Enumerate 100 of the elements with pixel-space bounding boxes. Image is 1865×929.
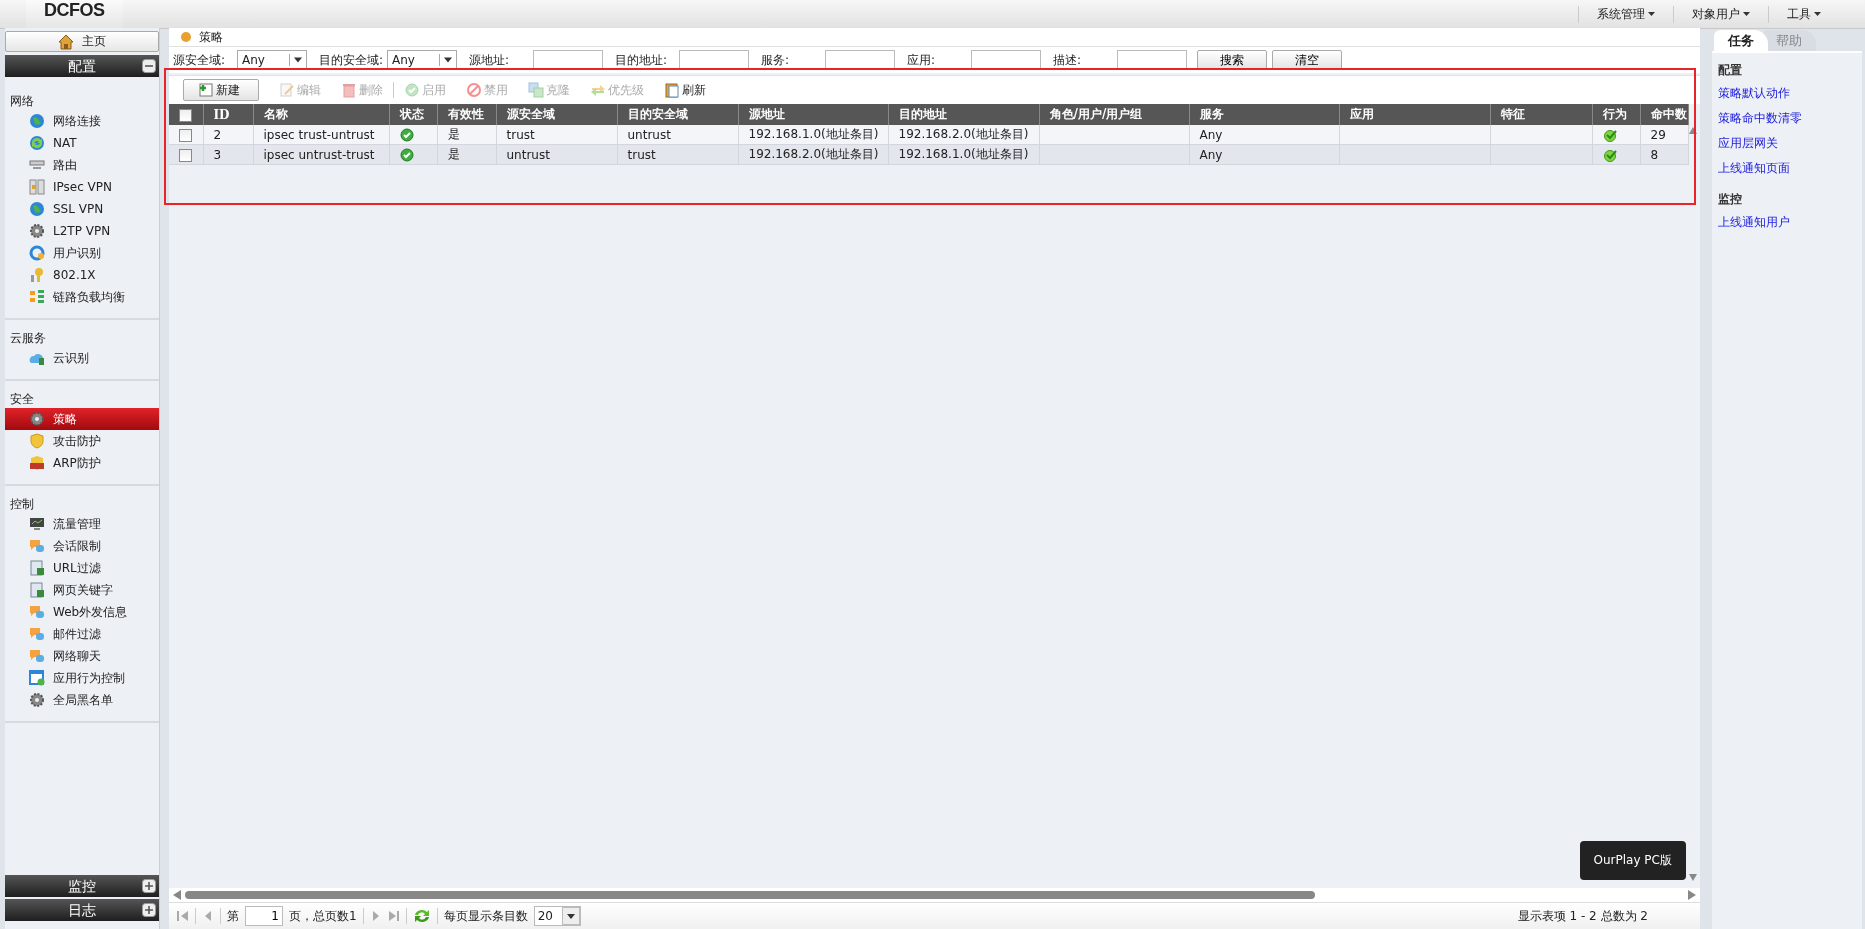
field-label: 源地址: [469,51,511,69]
chat-icon [29,604,45,620]
table-cell: 192.168.1.0(地址条目) [748,127,879,141]
table-cell: 192.168.1.0(地址条目) [898,147,1029,161]
nav-item[interactable]: 会话限制 [5,535,159,557]
nav-item[interactable]: URL过滤 [5,557,159,579]
nav-item[interactable]: 用户识别 [5,242,159,264]
task-link[interactable]: 上线通知页面 [1718,160,1856,177]
nav-item[interactable]: SSL VPN [5,198,159,220]
globe-icon [29,113,45,129]
tab[interactable]: 任务 [1714,30,1768,51]
menu-item[interactable]: 对象用户 [1673,5,1768,23]
globe-icon [29,135,45,151]
nav-item[interactable]: 云识别 [5,347,159,369]
toolbar-button[interactable]: 刷新 [664,80,706,100]
nav-item[interactable]: ARP防护 [5,452,159,474]
edit-icon [279,82,295,98]
arrows-icon [590,82,606,98]
menu-item[interactable]: 系统管理 [1578,5,1673,23]
nav-item[interactable]: 网络连接 [5,110,159,132]
scroll-left-icon[interactable] [173,890,181,900]
pager-summary: 显示表项 1 - 2 总数为 2 [1517,907,1648,925]
caret-icon [561,907,580,925]
globe-icon [29,201,45,217]
expand-icon[interactable] [142,879,156,893]
horizontal-scrollbar[interactable] [169,888,1700,902]
dropdown[interactable]: Any [387,50,458,70]
first-page-icon[interactable] [177,910,189,922]
nav-item[interactable]: IPsec VPN [5,176,159,198]
group-title: 控制 [9,496,35,513]
page-field[interactable]: 1 [245,906,283,926]
input-field[interactable] [971,50,1042,70]
dropdown[interactable]: Any [237,50,307,70]
section-header[interactable]: 日志 [5,899,159,921]
checkbox[interactable] [179,108,192,122]
input-field[interactable] [1117,50,1188,70]
input-field[interactable] [533,50,604,70]
nav-item[interactable]: Web外发信息 [5,601,159,623]
section-header[interactable]: 监控 [5,875,159,897]
filter-button[interactable]: 清空 [1272,50,1343,70]
table-cell: Any [1199,127,1223,142]
field-label: 应用: [907,51,937,69]
column-header: 特征 [1500,107,1525,121]
nav-item[interactable]: 网络聊天 [5,645,159,667]
task-link[interactable]: 策略默认动作 [1718,85,1856,102]
add-icon [198,82,214,98]
copy-icon [528,82,544,98]
toolbar-button[interactable]: 新建 [183,79,259,101]
collapse-icon[interactable] [142,59,156,73]
nav-item[interactable]: 网页关键字 [5,579,159,601]
checkbox[interactable] [179,128,192,142]
table-cell: ipsec untrust-trust [263,147,375,162]
table-cell: 192.168.2.0(地址条目) [748,147,879,161]
gear-icon [29,223,45,239]
table-cell: Any [1199,147,1223,162]
nav-item[interactable]: 路由 [5,154,159,176]
nav-item[interactable]: 链路负载均衡 [5,286,159,308]
menu-item[interactable]: 工具 [1768,5,1839,23]
table-cell: 2 [213,127,222,142]
refresh-icon[interactable] [412,908,431,924]
nav-item[interactable]: 应用行为控制 [5,667,159,689]
tree-icon [29,289,45,305]
task-link[interactable]: 策略命中数清零 [1718,110,1856,127]
last-page-icon[interactable] [387,910,400,922]
column-header: ID [213,107,230,122]
section-header[interactable]: 配置 [5,55,159,77]
shield-icon [29,433,45,449]
table-cell: untrust [627,127,671,142]
nav-item[interactable]: 策略 [5,408,159,430]
floating-button[interactable]: OurPlay PC版 [1579,841,1686,880]
group-title: 网络 [9,93,35,110]
chat-icon [29,538,45,554]
document-icon [29,560,45,576]
clipboard-icon [664,82,680,98]
scroll-right-icon[interactable] [1688,890,1696,900]
input-field[interactable] [825,50,896,70]
filter-button[interactable]: 搜索 [1197,50,1268,70]
field-label: 描述: [1053,51,1083,69]
globe-icon [29,245,45,261]
nav-item[interactable]: 全局黑名单 [5,689,159,711]
home-icon [58,33,74,50]
page-size-dropdown[interactable]: 20 [533,906,581,926]
caret-icon [1814,12,1821,16]
task-link[interactable]: 应用层网关 [1718,135,1856,152]
table-cell: untrust [506,147,550,162]
column-header: 应用 [1349,107,1374,121]
checkbox[interactable] [179,148,192,162]
nav-item[interactable]: 802.1X [5,264,159,286]
task-link[interactable]: 上线通知用户 [1718,214,1856,231]
chat-icon [29,626,45,642]
check-icon [404,82,420,98]
nav-item[interactable]: L2TP VPN [5,220,159,242]
pager-label: 第 [227,907,239,925]
nav-item[interactable]: 邮件过滤 [5,623,159,645]
nav-item[interactable]: NAT [5,132,159,154]
nav-item[interactable]: 流量管理 [5,513,159,535]
home-button[interactable]: 主页 [5,31,159,52]
expand-icon[interactable] [142,903,156,917]
nav-item[interactable]: 攻击防护 [5,430,159,452]
input-field[interactable] [679,50,750,70]
